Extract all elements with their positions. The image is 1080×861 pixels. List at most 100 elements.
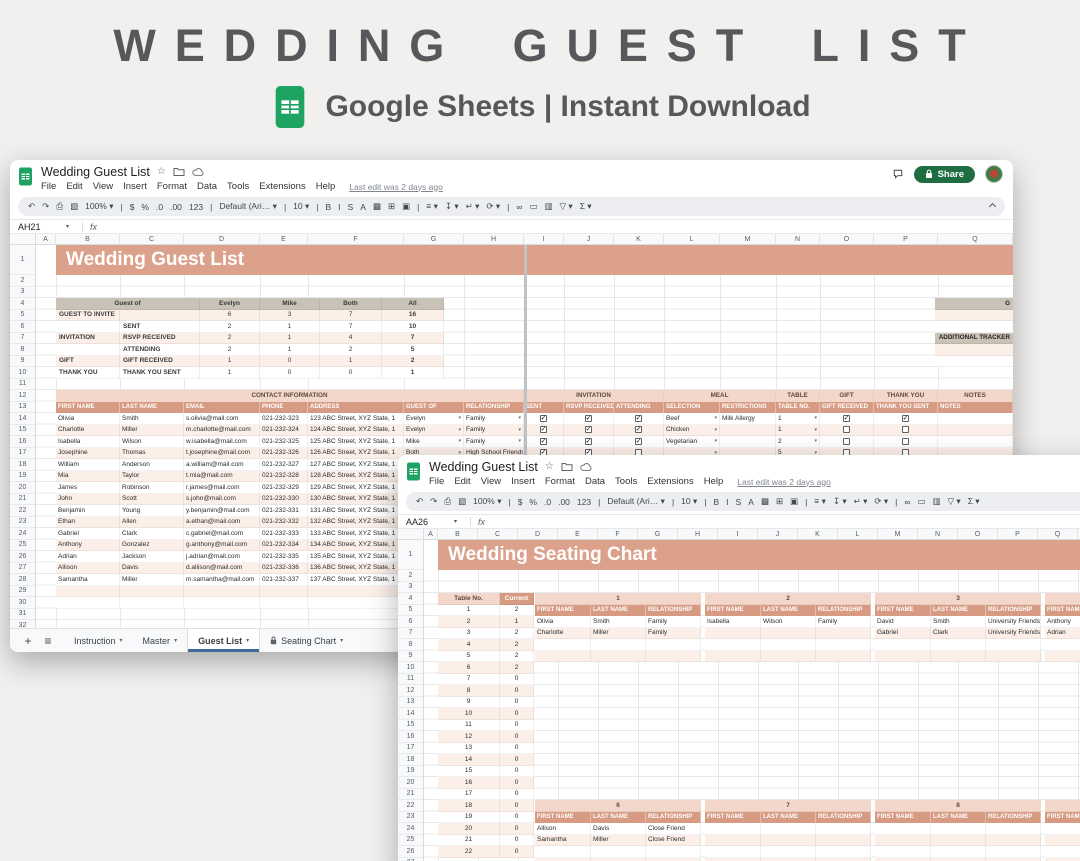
- cell-last-name[interactable]: [761, 823, 816, 835]
- cell-current-count[interactable]: 0: [500, 720, 534, 732]
- sheet-tab[interactable]: Master ▾: [133, 629, 188, 652]
- checkbox[interactable]: [843, 438, 850, 445]
- column-header[interactable]: K: [798, 529, 838, 539]
- cell-last-name[interactable]: [120, 597, 184, 609]
- sheet-tab[interactable]: Seating Chart ▾: [260, 629, 353, 652]
- tab-menu-icon[interactable]: ▾: [120, 637, 123, 644]
- checkbox[interactable]: ✓: [635, 438, 642, 445]
- toolbar-item[interactable]: ▭: [917, 496, 925, 507]
- meal-selection-dropdown[interactable]: Beef▾: [664, 413, 720, 425]
- cell-last-name[interactable]: Smith: [591, 616, 646, 628]
- row-header[interactable]: 12: [398, 685, 423, 697]
- column-header[interactable]: I: [718, 529, 758, 539]
- toolbar-item[interactable]: ▥: [544, 201, 552, 212]
- cell-address[interactable]: 124 ABC Street, XYZ State, 1: [308, 425, 404, 437]
- cell-notes[interactable]: [938, 413, 1013, 425]
- row-header[interactable]: 25: [398, 835, 423, 847]
- menu-item[interactable]: View: [93, 181, 113, 192]
- cell-current-count[interactable]: 2: [500, 639, 534, 651]
- column-header[interactable]: G: [638, 529, 678, 539]
- cell-current-count[interactable]: 0: [500, 766, 534, 778]
- toolbar-item[interactable]: .00: [170, 202, 182, 212]
- cell-table-no[interactable]: 19: [438, 812, 500, 824]
- cell-email[interactable]: d.allison@mail.com: [184, 563, 260, 575]
- row-header[interactable]: 11: [10, 379, 35, 391]
- row-header[interactable]: 8: [10, 344, 35, 356]
- cell-relationship[interactable]: [986, 858, 1041, 861]
- cell-last-name[interactable]: [761, 651, 816, 663]
- cell-last-name[interactable]: Davis: [120, 563, 184, 575]
- cell-last-name[interactable]: Miller: [120, 425, 184, 437]
- column-header[interactable]: E: [558, 529, 598, 539]
- cell-last-name[interactable]: Gonzalez: [120, 540, 184, 552]
- cell-table-no[interactable]: 9: [438, 697, 500, 709]
- cell-last-name[interactable]: [591, 651, 646, 663]
- column-header[interactable]: L: [664, 234, 720, 244]
- row-header[interactable]: 25: [10, 540, 35, 552]
- cell-first-name[interactable]: [1045, 835, 1080, 847]
- cell-phone[interactable]: 021-232-332: [260, 517, 308, 529]
- toolbar-item[interactable]: I: [338, 202, 340, 212]
- cell-first-name[interactable]: Olivia: [535, 616, 591, 628]
- cell-email[interactable]: r.james@mail.com: [184, 482, 260, 494]
- column-header[interactable]: G: [404, 234, 464, 244]
- column-header[interactable]: J: [564, 234, 614, 244]
- row-header[interactable]: 29: [10, 586, 35, 598]
- cell-last-name[interactable]: Miller: [591, 835, 646, 847]
- cell-first-name[interactable]: [705, 835, 761, 847]
- cloud-status-icon[interactable]: [192, 167, 204, 177]
- cell-last-name[interactable]: Allen: [120, 517, 184, 529]
- cell-phone[interactable]: 021-232-328: [260, 471, 308, 483]
- cell-first-name[interactable]: Adrian: [56, 551, 120, 563]
- toolbar-item[interactable]: ⊞: [776, 496, 783, 507]
- cell-first-name[interactable]: [1045, 858, 1080, 861]
- checkbox[interactable]: ✓: [585, 415, 592, 422]
- column-header[interactable]: N: [776, 234, 820, 244]
- toolbar-item[interactable]: Default (Ari… ▾: [607, 496, 665, 507]
- checkbox[interactable]: ✓: [635, 426, 642, 433]
- cell-first-name[interactable]: Allison: [56, 563, 120, 575]
- cell-last-name[interactable]: Miller: [120, 574, 184, 586]
- menu-item[interactable]: File: [41, 181, 56, 192]
- column-header[interactable]: Q: [938, 234, 1013, 244]
- cell-table-no[interactable]: 16: [438, 777, 500, 789]
- sheet-tab[interactable]: Instruction ▾: [64, 629, 133, 652]
- toolbar-item[interactable]: Σ ▾: [968, 496, 980, 507]
- toolbar-item[interactable]: ↧ ▾: [833, 496, 847, 507]
- toolbar-item[interactable]: ≡ ▾: [814, 496, 826, 507]
- row-header[interactable]: 22: [10, 505, 35, 517]
- row-header[interactable]: 11: [398, 674, 423, 686]
- toolbar-item[interactable]: 123: [577, 497, 591, 507]
- cell-last-name[interactable]: Miller: [591, 628, 646, 640]
- cell-relationship[interactable]: [816, 651, 871, 663]
- cell-current-count[interactable]: 0: [500, 789, 534, 801]
- avatar[interactable]: [985, 165, 1003, 183]
- cell-relationship[interactable]: Family: [646, 616, 701, 628]
- tab-menu-icon[interactable]: ▾: [340, 637, 343, 644]
- attending-checkbox-cell[interactable]: ✓: [614, 436, 664, 448]
- cell-current-count[interactable]: 0: [500, 800, 534, 812]
- sheets-app-icon[interactable]: [18, 165, 33, 186]
- cell-first-name[interactable]: Adrian: [1045, 628, 1080, 640]
- column-header[interactable]: A: [36, 234, 56, 244]
- cell-relationship[interactable]: [816, 846, 871, 858]
- toolbar-item[interactable]: ↵ ▾: [466, 201, 480, 212]
- toolbar-item[interactable]: ▣: [790, 496, 798, 507]
- menu-item[interactable]: Format: [545, 476, 575, 487]
- cell-address[interactable]: 134 ABC Street, XYZ State, 1: [308, 540, 404, 552]
- toolbar-item[interactable]: ⟳ ▾: [486, 201, 500, 212]
- cell-first-name[interactable]: Mia: [56, 471, 120, 483]
- toolbar-item[interactable]: ▣: [402, 201, 410, 212]
- move-folder-icon[interactable]: [561, 462, 573, 472]
- cell-table-no[interactable]: 21: [438, 835, 500, 847]
- cell-phone[interactable]: 021-232-336: [260, 563, 308, 575]
- checkbox[interactable]: ✓: [585, 438, 592, 445]
- cell-email[interactable]: t.josephine@mail.com: [184, 448, 260, 460]
- row-header[interactable]: 7: [398, 628, 423, 640]
- row-header[interactable]: 15: [10, 425, 35, 437]
- toolbar-item[interactable]: A: [360, 202, 366, 212]
- checkbox[interactable]: ✓: [540, 438, 547, 445]
- row-header[interactable]: 24: [398, 823, 423, 835]
- cell-address[interactable]: [308, 586, 404, 598]
- move-folder-icon[interactable]: [173, 167, 185, 177]
